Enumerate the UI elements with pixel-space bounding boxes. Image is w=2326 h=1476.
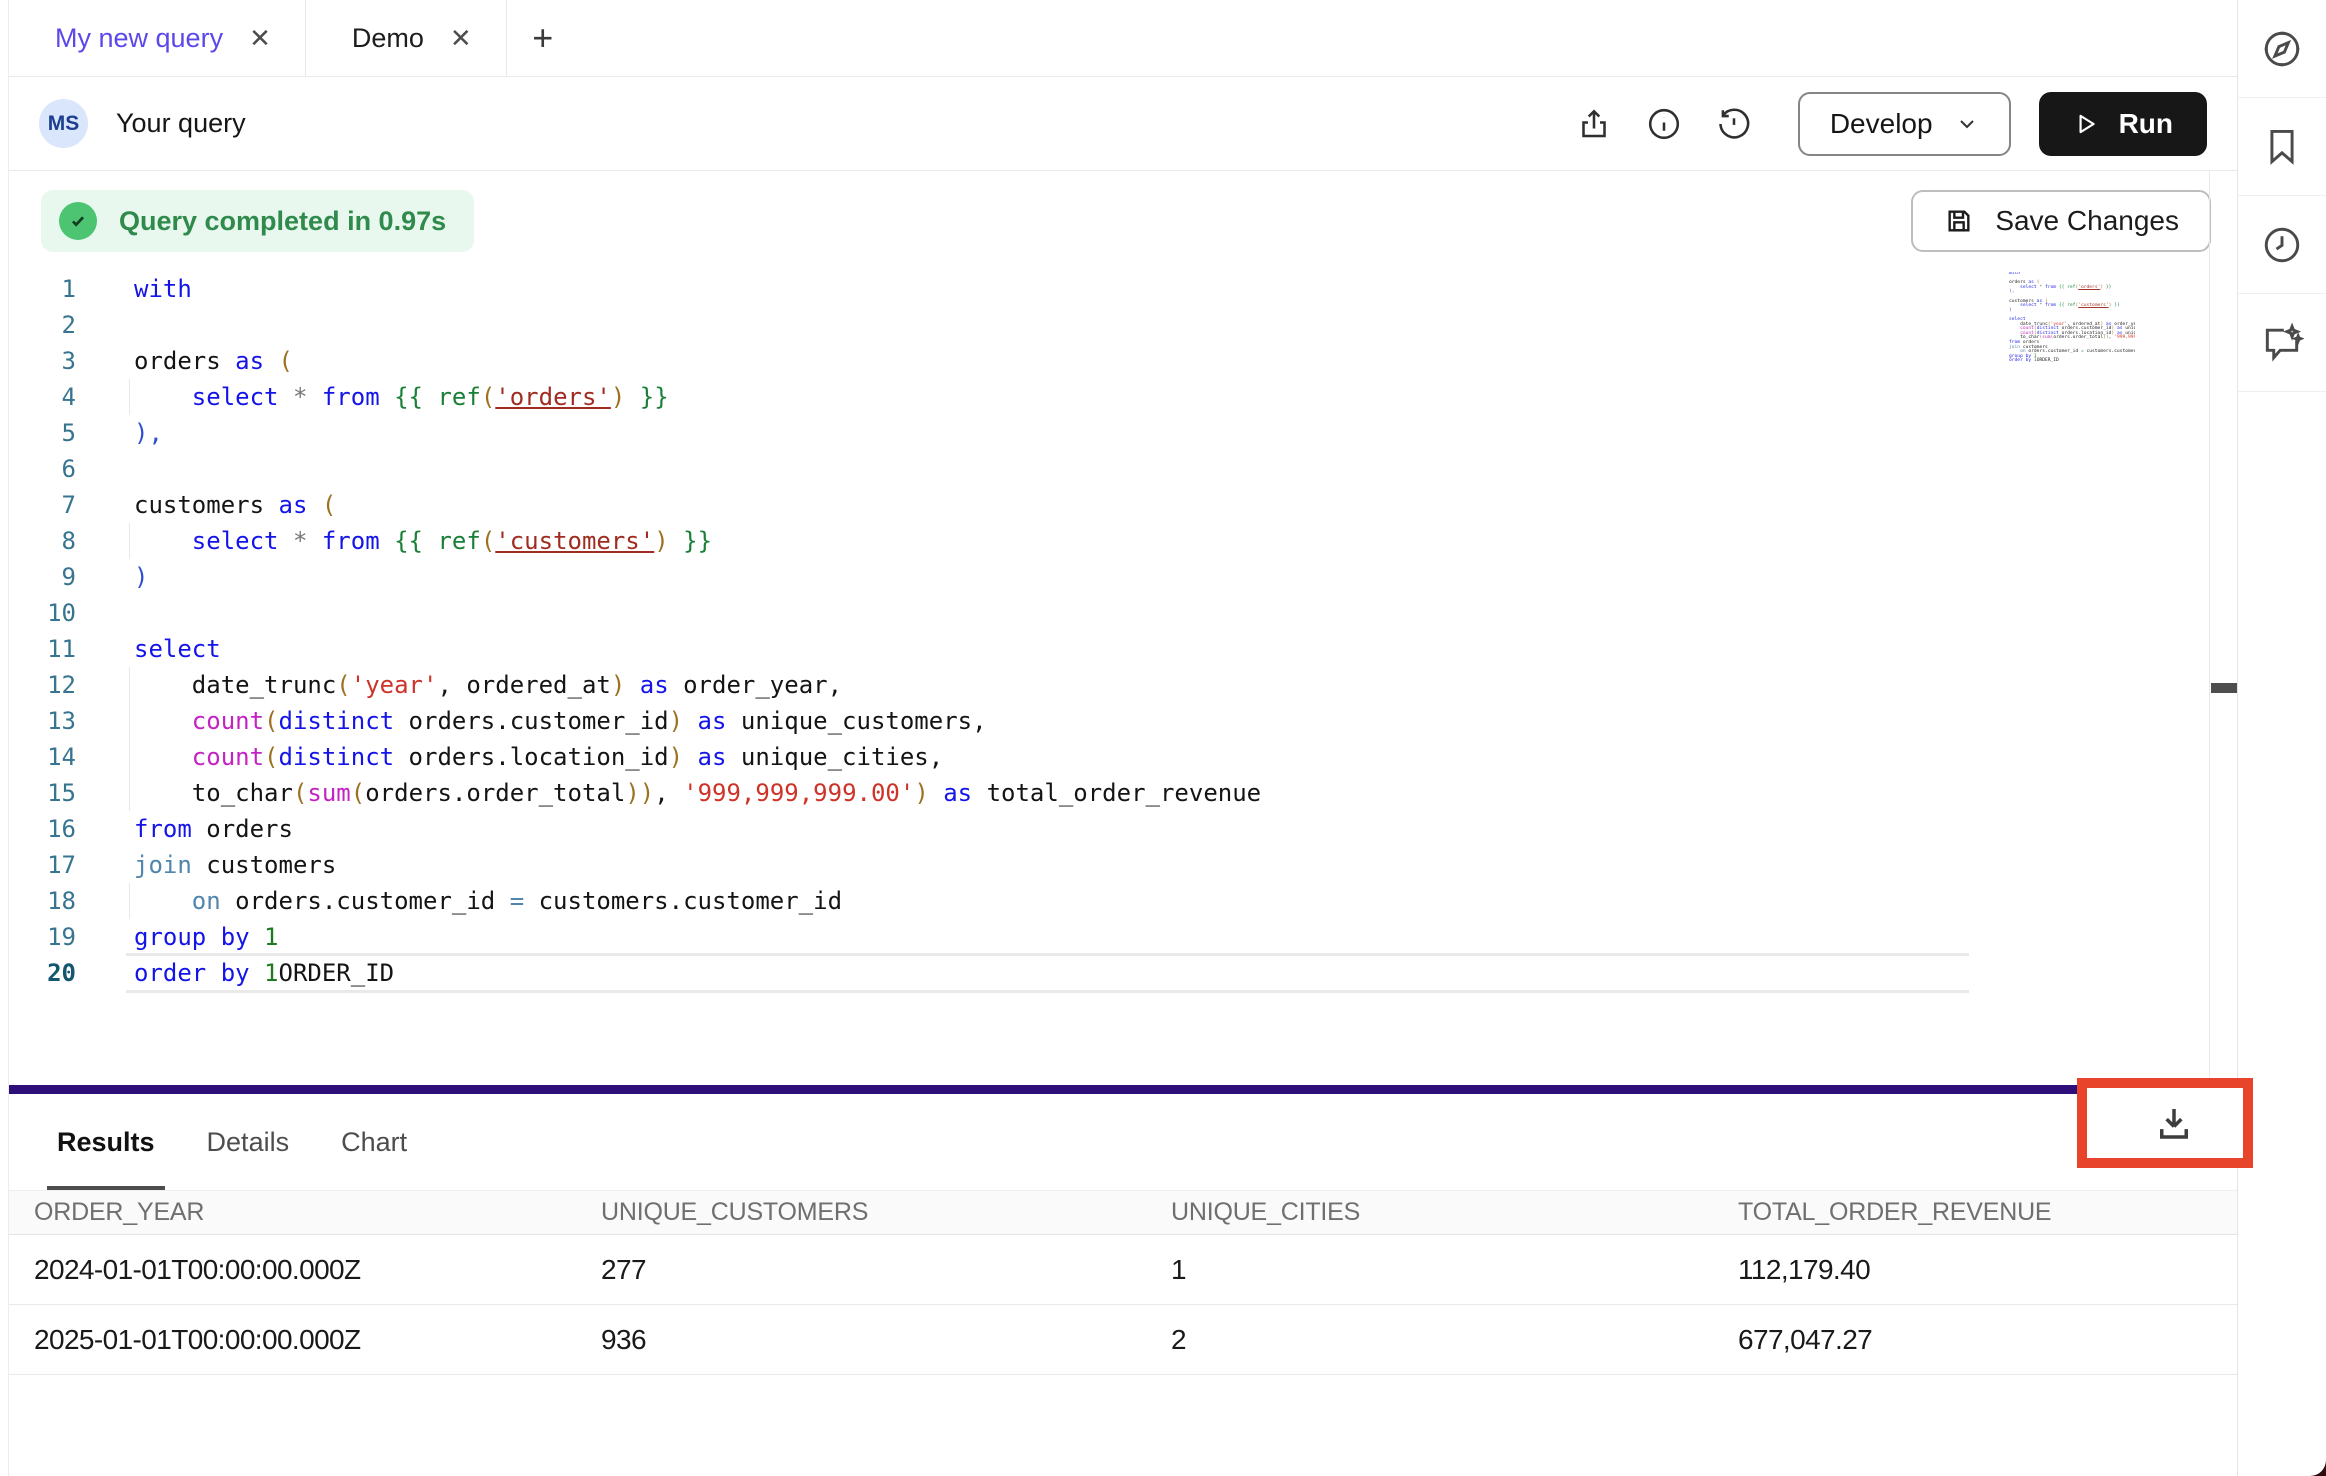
query-status-badge: Query completed in 0.97s bbox=[41, 190, 474, 252]
table-cell: 2 bbox=[1171, 1324, 1738, 1356]
results-table-header: ORDER_YEARUNIQUE_CUSTOMERSUNIQUE_CITIEST… bbox=[9, 1190, 2237, 1235]
save-label: Save Changes bbox=[1995, 205, 2179, 237]
tab-my-new-query[interactable]: My new query ✕ bbox=[9, 0, 306, 76]
editor-tabbar: My new query ✕ Demo ✕ + bbox=[9, 0, 2237, 77]
window-corner bbox=[2296, 1460, 2326, 1476]
code-line: 15 to_char(sum(orders.order_total)), '99… bbox=[9, 775, 1261, 811]
avatar: MS bbox=[39, 99, 88, 148]
editor-lines[interactable]: 1with23orders as (4 select * from {{ ref… bbox=[9, 271, 1261, 991]
clock-icon[interactable] bbox=[2238, 196, 2326, 294]
download-icon bbox=[2153, 1102, 2195, 1144]
table-row: 2025-01-01T00:00:00.000Z9362677,047.27 bbox=[9, 1305, 2237, 1375]
compass-icon[interactable] bbox=[2238, 0, 2326, 98]
tab-label: My new query bbox=[55, 23, 223, 54]
code-line: 19group by 1 bbox=[9, 919, 1261, 955]
code-line: 12 date_trunc('year', ordered_at) as ord… bbox=[9, 667, 1261, 703]
tab-chart[interactable]: Chart bbox=[339, 1094, 409, 1190]
save-changes-button[interactable]: Save Changes bbox=[1911, 190, 2211, 252]
table-cell: 936 bbox=[601, 1324, 1171, 1356]
code-line: 14 count(distinct orders.location_id) as… bbox=[9, 739, 1261, 775]
code-line: 8 select * from {{ ref('customers') }} bbox=[9, 523, 1261, 559]
column-header: UNIQUE_CUSTOMERS bbox=[601, 1198, 1171, 1227]
close-icon[interactable]: ✕ bbox=[249, 23, 271, 54]
query-status-text: Query completed in 0.97s bbox=[119, 206, 446, 237]
query-header: MS Your query Develop Run bbox=[9, 77, 2237, 171]
code-line: 9) bbox=[9, 559, 1261, 595]
code-line: 18 on orders.customer_id = customers.cus… bbox=[9, 883, 1261, 919]
table-cell: 277 bbox=[601, 1254, 1171, 1286]
scrollbar-cursor-marker[interactable] bbox=[2211, 683, 2238, 693]
code-line: 13 count(distinct orders.customer_id) as… bbox=[9, 703, 1261, 739]
table-cell: 112,179.40 bbox=[1738, 1254, 2237, 1286]
history-icon[interactable] bbox=[1708, 98, 1760, 150]
column-header: ORDER_YEAR bbox=[34, 1198, 601, 1227]
tab-demo[interactable]: Demo ✕ bbox=[306, 0, 507, 76]
editor-scrollbar[interactable] bbox=[2209, 171, 2238, 1085]
app-window: My new query ✕ Demo ✕ + MS Your query bbox=[0, 0, 2326, 1476]
code-line: 1with bbox=[9, 271, 1261, 307]
table-row: 2024-01-01T00:00:00.000Z2771112,179.40 bbox=[9, 1235, 2237, 1305]
table-cell: 677,047.27 bbox=[1738, 1324, 2237, 1356]
editor-minimap[interactable]: with orders as ( select * from {{ ref('o… bbox=[2009, 272, 2135, 364]
code-line: 11select bbox=[9, 631, 1261, 667]
code-line: 5), bbox=[9, 415, 1261, 451]
table-cell: 2024-01-01T00:00:00.000Z bbox=[34, 1254, 601, 1286]
chevron-down-icon bbox=[1955, 112, 1979, 136]
sql-editor[interactable]: Query completed in 0.97s Save Changes 1w… bbox=[9, 171, 2237, 1085]
download-results-button[interactable] bbox=[2139, 1092, 2209, 1154]
code-line: 6 bbox=[9, 451, 1261, 487]
bookmark-icon[interactable] bbox=[2238, 98, 2326, 196]
develop-label: Develop bbox=[1830, 108, 1933, 140]
code-line: 16from orders bbox=[9, 811, 1261, 847]
develop-dropdown[interactable]: Develop bbox=[1798, 92, 2011, 156]
play-icon bbox=[2073, 111, 2099, 137]
code-line: 7customers as ( bbox=[9, 487, 1261, 523]
column-header: UNIQUE_CITIES bbox=[1171, 1198, 1738, 1227]
column-header: TOTAL_ORDER_REVENUE bbox=[1738, 1198, 2237, 1227]
code-line: 3orders as ( bbox=[9, 343, 1261, 379]
code-line: 17join customers bbox=[9, 847, 1261, 883]
ai-chat-icon[interactable] bbox=[2238, 294, 2326, 392]
tab-details[interactable]: Details bbox=[205, 1094, 292, 1190]
tab-label: Demo bbox=[352, 23, 424, 54]
run-button[interactable]: Run bbox=[2039, 92, 2207, 156]
results-table-body: 2024-01-01T00:00:00.000Z2771112,179.4020… bbox=[9, 1235, 2237, 1375]
right-sidebar bbox=[2237, 0, 2326, 1476]
info-icon[interactable] bbox=[1638, 98, 1690, 150]
code-line: 2 bbox=[9, 307, 1261, 343]
page-title: Your query bbox=[116, 108, 246, 139]
results-table: ORDER_YEARUNIQUE_CUSTOMERSUNIQUE_CITIEST… bbox=[9, 1190, 2237, 1375]
code-line: 4 select * from {{ ref('orders') }} bbox=[9, 379, 1261, 415]
table-cell: 1 bbox=[1171, 1254, 1738, 1286]
panel-resize-divider[interactable] bbox=[9, 1085, 2237, 1094]
code-line: 20order by 1ORDER_ID bbox=[9, 955, 1261, 991]
new-tab-button[interactable]: + bbox=[507, 0, 579, 76]
success-check-icon bbox=[59, 202, 97, 240]
code-line: 10 bbox=[9, 595, 1261, 631]
table-cell: 2025-01-01T00:00:00.000Z bbox=[34, 1324, 601, 1356]
results-panel: Results Details Chart ORDER_YEARUNIQUE_C… bbox=[9, 1094, 2237, 1476]
save-icon bbox=[1943, 205, 1975, 237]
close-icon[interactable]: ✕ bbox=[450, 23, 472, 54]
share-icon[interactable] bbox=[1568, 98, 1620, 150]
main-column: My new query ✕ Demo ✕ + MS Your query bbox=[8, 0, 2237, 1476]
tab-results[interactable]: Results bbox=[55, 1094, 157, 1190]
run-label: Run bbox=[2119, 108, 2173, 140]
results-tabbar: Results Details Chart bbox=[9, 1094, 2237, 1190]
